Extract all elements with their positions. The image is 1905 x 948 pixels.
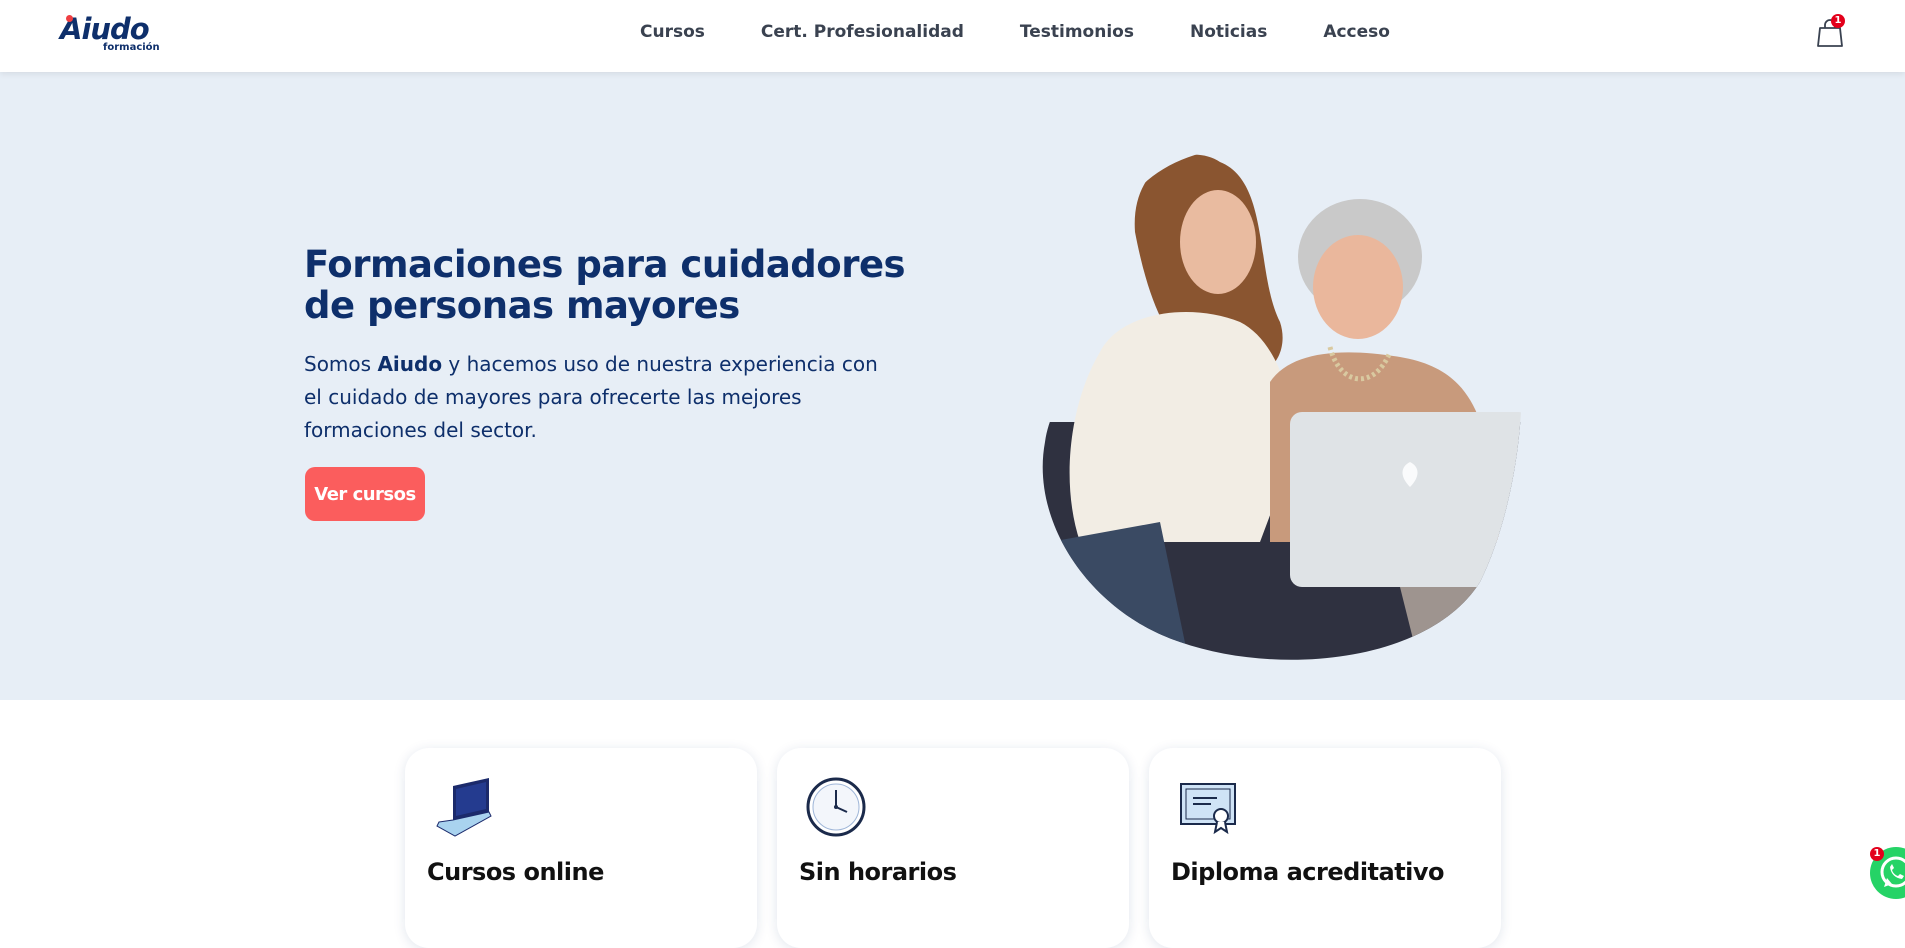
aiudo-logo[interactable]: Aiudo formación (60, 12, 170, 54)
nav-testimonios[interactable]: Testimonios (1020, 22, 1134, 46)
certificate-icon (1180, 783, 1236, 835)
nav-noticias[interactable]: Noticias (1190, 22, 1267, 46)
whatsapp-count-badge: 1 (1870, 847, 1884, 861)
hero-title: Formaciones para cuidadores de personas … (304, 243, 906, 327)
feature-title-online: Cursos online (427, 858, 604, 886)
hero-section: Formaciones para cuidadores de personas … (0, 72, 1905, 700)
site-header: Aiudo formación Cursos Cert. Profesional… (0, 0, 1905, 72)
feature-card-diploma: Diploma acreditativo (1149, 748, 1501, 948)
main-nav: Cursos Cert. Profesionalidad Testimonios… (640, 22, 1390, 46)
clock-icon (806, 777, 866, 837)
feature-title-diploma: Diploma acreditativo (1171, 858, 1445, 886)
laptop-icon (436, 778, 492, 837)
logo-wordmark: Aiudo (60, 12, 150, 46)
hero-text-before: Somos (304, 352, 378, 376)
nav-cursos[interactable]: Cursos (640, 22, 705, 46)
feature-title-schedule: Sin horarios (799, 858, 957, 886)
feature-card-online: Cursos online (405, 748, 757, 948)
logo-subtitle: formación (103, 42, 160, 53)
hero-description: Somos Aiudo y hacemos uso de nuestra exp… (304, 348, 894, 447)
cart-button[interactable]: 1 (1815, 14, 1845, 48)
logo-dot (66, 15, 73, 22)
hero-photo-caregiver-and-senior (1042, 147, 1522, 660)
cart-count-badge: 1 (1831, 14, 1845, 28)
nav-cert-profesionalidad[interactable]: Cert. Profesionalidad (761, 22, 964, 46)
feature-card-schedule: Sin horarios (777, 748, 1129, 948)
nav-acceso[interactable]: Acceso (1323, 22, 1390, 46)
ver-cursos-button[interactable]: Ver cursos (305, 467, 425, 521)
hero-brand-bold: Aiudo (377, 352, 443, 376)
